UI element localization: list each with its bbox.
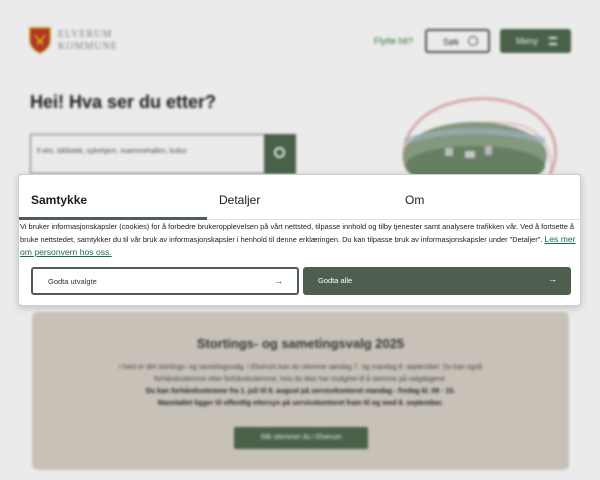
cookie-consent-dialog: Samtykke Detaljer Om Vi bruker informasj… bbox=[18, 174, 582, 306]
tab-om[interactable]: Om bbox=[405, 193, 424, 207]
accept-selected-button[interactable]: Godta utvalgte → bbox=[31, 267, 299, 295]
tab-samtykke[interactable]: Samtykke bbox=[31, 193, 87, 207]
accept-all-label: Godta alle bbox=[318, 276, 353, 285]
arrow-right-icon: → bbox=[548, 274, 557, 284]
consent-text-block: Vi bruker informasjonskapsler (cookies) … bbox=[20, 221, 578, 259]
accept-selected-label: Godta utvalgte bbox=[48, 277, 97, 286]
arrow-right-icon: → bbox=[274, 276, 283, 286]
consent-tabs: Samtykke Detaljer Om bbox=[19, 175, 582, 220]
consent-text: Vi bruker informasjonskapsler (cookies) … bbox=[20, 222, 575, 244]
accept-all-button[interactable]: Godta alle → bbox=[303, 267, 571, 295]
tab-detaljer[interactable]: Detaljer bbox=[219, 193, 260, 207]
active-tab-indicator bbox=[19, 217, 207, 220]
